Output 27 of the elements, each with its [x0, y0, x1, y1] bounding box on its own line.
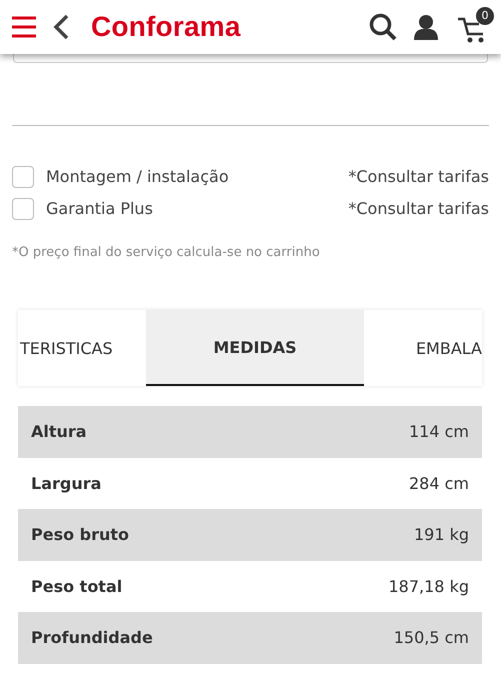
- spec-name: Peso bruto: [31, 525, 130, 544]
- spec-value: 191 kg: [414, 525, 469, 544]
- user-icon[interactable]: [413, 14, 439, 40]
- tab[interactable]: MEDIDAS: [146, 310, 364, 386]
- service-price: *Consultar tarifas: [348, 167, 489, 186]
- service-label: Montagem / instalação: [46, 167, 230, 186]
- spec-value: 114 cm: [408, 422, 469, 442]
- spec-value: 187,18 kg: [388, 576, 469, 596]
- tab[interactable]: EMBALA: [364, 310, 482, 386]
- back-icon[interactable]: [53, 14, 69, 40]
- spec-value: 284 cm: [408, 474, 469, 493]
- checkbox[interactable]: [12, 166, 34, 188]
- input-field[interactable]: [13, 54, 488, 63]
- spec-name: Altura: [31, 422, 87, 442]
- spec-name: Peso total: [31, 576, 122, 596]
- cart-count-badge: 0: [476, 7, 494, 25]
- spec-name: Profundidade: [31, 628, 153, 648]
- logo[interactable]: Conforama: [91, 11, 241, 43]
- menu-icon[interactable]: [12, 16, 36, 38]
- search-icon[interactable]: [369, 13, 397, 41]
- spec-name: Largura: [31, 474, 102, 493]
- spec-value: 150,5 cm: [394, 628, 469, 648]
- tab[interactable]: TERISTICAS: [18, 310, 146, 386]
- service-price: *Consultar tarifas: [348, 199, 489, 218]
- checkbox[interactable]: [12, 198, 34, 220]
- service-note: *O preço final do serviço calcula-se no carrinho: [12, 245, 321, 260]
- service-label: Garantia Plus: [46, 199, 154, 218]
